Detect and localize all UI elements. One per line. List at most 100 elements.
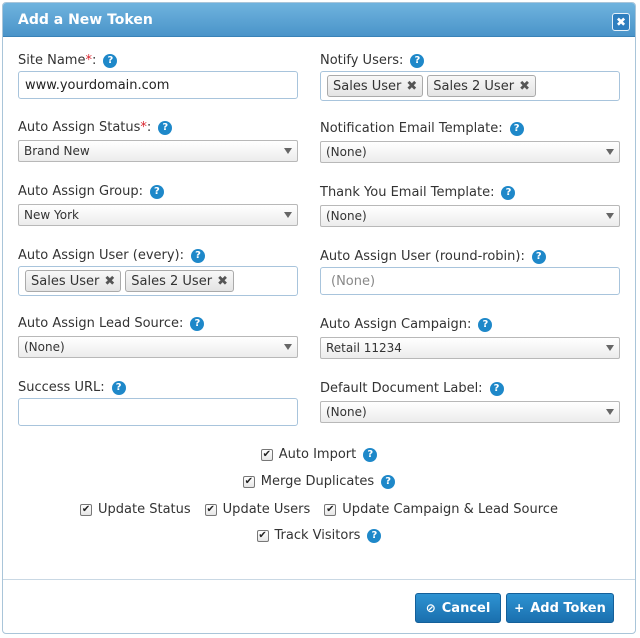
merge-duplicates-label: Merge Duplicates [260, 474, 375, 489]
help-icon[interactable]: ? [191, 248, 206, 263]
update-campaign-lead-source-label: Update Campaign & Lead Source [342, 502, 558, 517]
site-name-label-text: Site Name [18, 53, 86, 68]
auto-import-option[interactable]: ✔ Auto Import ? [260, 447, 378, 462]
update-campaign-lead-source-option[interactable]: ✔ Update Campaign & Lead Source [324, 502, 558, 517]
remove-tag-icon[interactable]: ✖ [406, 79, 417, 94]
dropdown-arrow-icon [606, 149, 614, 155]
auto-assign-campaign-select[interactable]: Retail 11234 [320, 337, 620, 359]
auto-assign-user-every-label-text: Auto Assign User (every): [18, 248, 185, 263]
dropdown-arrow-icon [606, 213, 614, 219]
user-tag-label: Sales User [31, 273, 100, 289]
dialog-title-bar: Add a New Token ✖ [3, 3, 635, 37]
auto-assign-status-label-text: Auto Assign Status [18, 120, 141, 135]
checkbox-row-merge-duplicates: ✔ Merge Duplicates ? [3, 474, 635, 489]
help-icon[interactable]: ? [190, 316, 205, 331]
success-url-label: Success URL: ? [18, 380, 126, 395]
default-document-label-label-text: Default Document Label: [320, 381, 483, 396]
select-value: (None) [24, 340, 65, 354]
remove-tag-icon[interactable]: ✖ [217, 274, 228, 289]
footer-divider [3, 579, 635, 580]
update-status-checkbox[interactable]: ✔ [80, 503, 93, 516]
default-document-label-label: Default Document Label: ? [320, 381, 504, 396]
auto-assign-status-label: Auto Assign Status *: ? [18, 120, 173, 135]
help-icon[interactable]: ? [103, 53, 118, 68]
auto-assign-group-select[interactable]: New York [18, 204, 298, 226]
auto-assign-group-label-text: Auto Assign Group: [18, 184, 143, 199]
thank-you-email-template-select[interactable]: (None) [320, 205, 620, 227]
auto-assign-user-round-robin-label-text: Auto Assign User (round-robin): [320, 249, 525, 264]
update-users-checkbox[interactable]: ✔ [204, 503, 217, 516]
add-token-dialog: Add a New Token ✖ Site Name *: ? www.your… [2, 2, 636, 634]
user-tag: Sales 2 User ✖ [125, 270, 234, 292]
dropdown-arrow-icon [284, 344, 292, 350]
auto-assign-campaign-label: Auto Assign Campaign: ? [320, 317, 493, 332]
merge-duplicates-checkbox[interactable]: ✔ [242, 475, 255, 488]
dropdown-arrow-icon [606, 345, 614, 351]
update-status-label: Update Status [98, 502, 191, 517]
add-token-button[interactable]: + Add Token [506, 593, 614, 623]
cancel-button[interactable]: ⊘ Cancel [415, 593, 501, 623]
notify-users-label-text: Notify Users: [320, 53, 404, 68]
auto-assign-user-every-label: Auto Assign User (every): ? [18, 248, 206, 263]
help-icon[interactable]: ? [149, 184, 164, 199]
colon: : [91, 53, 97, 68]
auto-assign-campaign-label-text: Auto Assign Campaign: [320, 317, 472, 332]
colon: : [146, 120, 152, 135]
help-icon[interactable]: ? [111, 380, 126, 395]
help-icon[interactable]: ? [501, 185, 516, 200]
notification-email-template-label-text: Notification Email Template: [320, 121, 503, 136]
success-url-input[interactable] [18, 398, 298, 426]
auto-assign-user-every-input[interactable]: Sales User ✖ Sales 2 User ✖ [18, 266, 298, 296]
plus-icon: + [514, 601, 525, 615]
dialog-title: Add a New Token [18, 12, 153, 28]
help-icon[interactable]: ? [158, 120, 173, 135]
default-document-label-select[interactable]: (None) [320, 401, 620, 423]
dropdown-arrow-icon [606, 409, 614, 415]
auto-assign-status-select[interactable]: Brand New [18, 140, 298, 162]
select-value: (None) [326, 145, 367, 159]
checkbox-row-track-visitors: ✔ Track Visitors ? [3, 528, 635, 543]
select-value: (None) [326, 405, 367, 419]
thank-you-email-template-label-text: Thank You Email Template: [320, 185, 495, 200]
auto-assign-lead-source-label: Auto Assign Lead Source: ? [18, 316, 205, 331]
update-users-option[interactable]: ✔ Update Users [204, 502, 311, 517]
user-tag-label: Sales 2 User [131, 273, 213, 289]
select-value: Retail 11234 [326, 341, 402, 355]
notification-email-template-select[interactable]: (None) [320, 141, 620, 163]
notify-users-label: Notify Users: ? [320, 53, 425, 68]
site-name-input[interactable]: www.yourdomain.com [18, 71, 298, 99]
dropdown-arrow-icon [284, 212, 292, 218]
notify-users-input[interactable]: Sales User ✖ Sales 2 User ✖ [320, 71, 620, 101]
update-users-label: Update Users [222, 502, 311, 517]
help-icon[interactable]: ? [410, 53, 425, 68]
auto-assign-lead-source-select[interactable]: (None) [18, 336, 298, 358]
help-icon[interactable]: ? [363, 447, 378, 462]
remove-tag-icon[interactable]: ✖ [519, 79, 530, 94]
help-icon[interactable]: ? [531, 249, 546, 264]
help-icon[interactable]: ? [367, 528, 382, 543]
merge-duplicates-option[interactable]: ✔ Merge Duplicates ? [242, 474, 396, 489]
auto-assign-user-round-robin-input[interactable]: (None) [320, 267, 620, 295]
select-value: (None) [326, 209, 367, 223]
success-url-label-text: Success URL: [18, 380, 105, 395]
help-icon[interactable]: ? [509, 121, 524, 136]
auto-assign-lead-source-label-text: Auto Assign Lead Source: [18, 316, 184, 331]
update-campaign-lead-source-checkbox[interactable]: ✔ [324, 503, 337, 516]
user-tag: Sales User ✖ [25, 270, 122, 292]
help-icon[interactable]: ? [489, 381, 504, 396]
track-visitors-checkbox[interactable]: ✔ [256, 529, 269, 542]
update-status-option[interactable]: ✔ Update Status [80, 502, 191, 517]
checkbox-row-auto-import: ✔ Auto Import ? [3, 447, 635, 462]
track-visitors-option[interactable]: ✔ Track Visitors ? [256, 528, 382, 543]
help-icon[interactable]: ? [381, 474, 396, 489]
notification-email-template-label: Notification Email Template: ? [320, 121, 524, 136]
select-value: Brand New [24, 144, 90, 158]
auto-assign-user-round-robin-label: Auto Assign User (round-robin): ? [320, 249, 546, 264]
remove-tag-icon[interactable]: ✖ [104, 274, 115, 289]
checkbox-row-updates: ✔ Update Status ✔ Update Users ✔ Update … [3, 502, 635, 517]
user-tag-label: Sales User [333, 78, 402, 94]
help-icon[interactable]: ? [478, 317, 493, 332]
auto-import-checkbox[interactable]: ✔ [260, 448, 273, 461]
cancel-button-label: Cancel [441, 600, 491, 616]
close-icon[interactable]: ✖ [612, 13, 630, 31]
